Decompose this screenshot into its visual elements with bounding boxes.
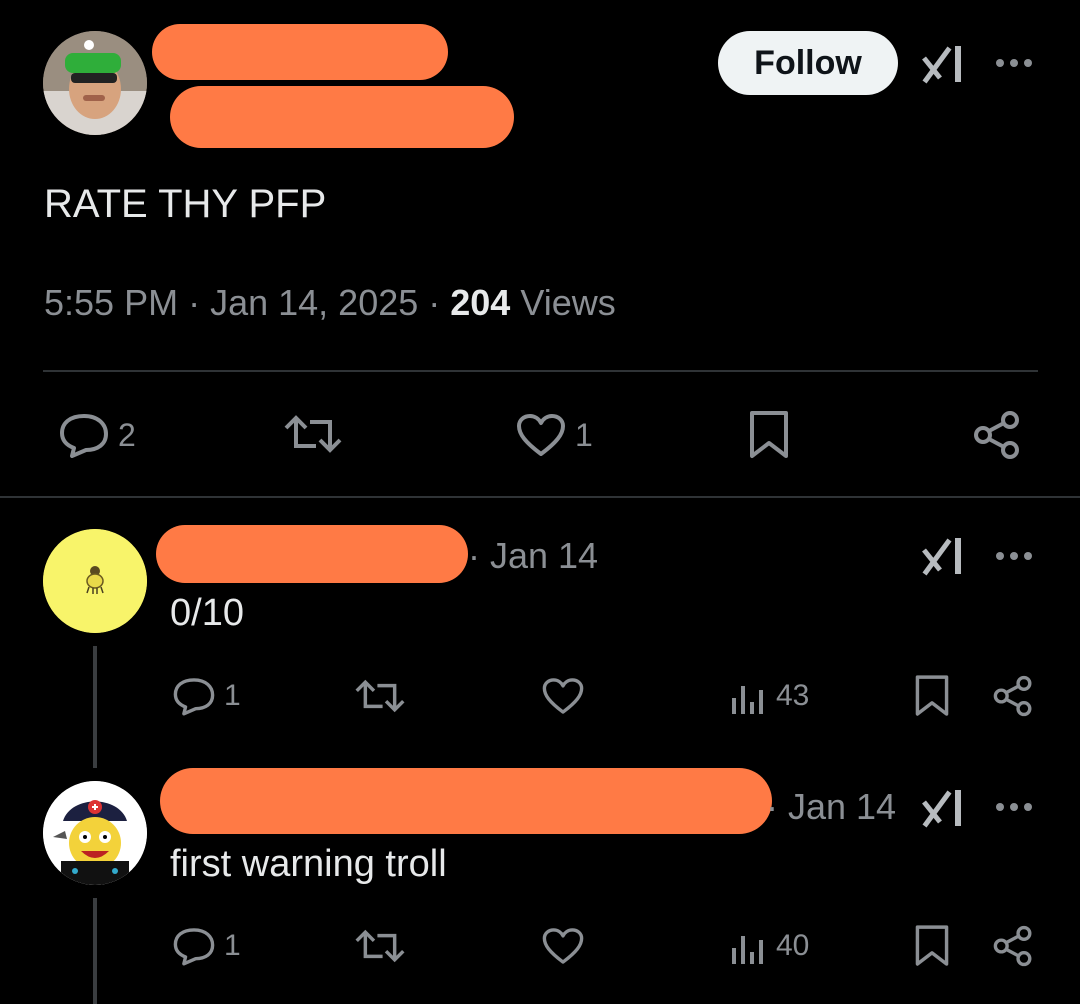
views-button[interactable]: 43 xyxy=(730,676,809,716)
reply-count: 1 xyxy=(224,679,241,712)
thread-line xyxy=(93,646,97,768)
post-date[interactable]: Jan 14, 2025 xyxy=(210,282,418,324)
reply-button[interactable]: 2 xyxy=(58,412,136,458)
reply-avatar[interactable] xyxy=(43,781,147,885)
repost-icon[interactable] xyxy=(355,926,405,966)
bookmark-icon[interactable] xyxy=(748,410,790,460)
views-label: Views xyxy=(520,282,616,323)
divider xyxy=(43,370,1038,372)
reply-date[interactable]: · Jan 14 xyxy=(766,786,896,828)
author-handle-redacted xyxy=(170,86,514,148)
like-button[interactable]: 1 xyxy=(515,412,593,458)
post-time[interactable]: 5:55 PM xyxy=(44,282,178,324)
reply-text: first warning troll xyxy=(170,843,447,885)
reply-count: 2 xyxy=(118,416,136,453)
views-icon xyxy=(730,926,768,966)
like-count: 1 xyxy=(575,416,593,453)
share-icon[interactable] xyxy=(972,410,1022,460)
follow-button[interactable]: Follow xyxy=(718,31,898,95)
more-icon[interactable] xyxy=(995,802,1035,812)
reply-icon xyxy=(172,676,216,716)
share-icon[interactable] xyxy=(992,924,1034,968)
reply-icon xyxy=(172,926,216,966)
grok-icon[interactable] xyxy=(922,786,966,828)
reply-button[interactable]: 1 xyxy=(172,676,241,716)
meta-separator: · xyxy=(428,282,441,323)
divider xyxy=(0,496,1080,498)
post-text: RATE THY PFP xyxy=(44,182,327,226)
post-meta: 5:55 PM · Jan 14, 2025 · 204 Views xyxy=(44,282,616,324)
author-avatar[interactable] xyxy=(43,31,147,135)
thread-line xyxy=(93,898,97,1004)
bookmark-icon[interactable] xyxy=(914,674,950,718)
reply-count: 1 xyxy=(224,929,241,962)
grok-icon[interactable] xyxy=(922,534,966,576)
like-icon[interactable] xyxy=(541,676,585,716)
more-icon[interactable] xyxy=(995,551,1035,561)
like-icon[interactable] xyxy=(541,926,585,966)
reply-avatar[interactable] xyxy=(43,529,147,633)
share-icon[interactable] xyxy=(992,674,1034,718)
repost-icon[interactable] xyxy=(355,676,405,716)
reply-text: 0/10 xyxy=(170,592,244,634)
bookmark-icon[interactable] xyxy=(914,924,950,968)
reply-icon xyxy=(58,412,110,458)
views-count: 43 xyxy=(776,679,810,712)
reply-author-redacted xyxy=(160,768,772,834)
reply-button[interactable]: 1 xyxy=(172,926,241,966)
repost-button[interactable] xyxy=(284,412,350,456)
repost-icon xyxy=(284,412,342,456)
more-icon[interactable] xyxy=(995,58,1035,68)
author-name-redacted xyxy=(152,24,448,80)
like-icon xyxy=(515,412,567,458)
reply-author-redacted xyxy=(156,525,468,583)
meta-separator: · xyxy=(188,282,201,323)
views-button[interactable]: 40 xyxy=(730,926,809,966)
views-icon xyxy=(730,676,768,716)
views-count: 204 xyxy=(450,282,511,323)
reply-date[interactable]: · Jan 14 xyxy=(468,535,598,577)
views-count: 40 xyxy=(776,929,810,962)
grok-icon[interactable] xyxy=(922,42,966,84)
